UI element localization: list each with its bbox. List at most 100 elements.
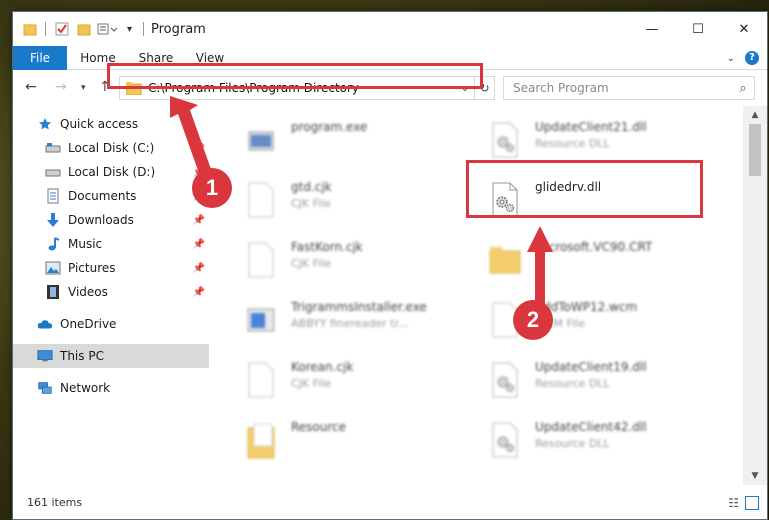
properties-check-icon[interactable] xyxy=(55,21,69,37)
file-item[interactable]: TrigrammsInstaller.exe ABBYY finereader t… xyxy=(239,296,479,352)
file-icon xyxy=(239,176,283,224)
address-path[interactable]: C:\Program Files\Program Directory xyxy=(148,81,456,95)
file-type: Resource DLL xyxy=(535,437,610,450)
sidebar-item-label: Network xyxy=(60,381,111,395)
scroll-thumb[interactable] xyxy=(749,124,761,176)
folder-icon xyxy=(239,416,283,464)
file-name: Resource xyxy=(291,420,347,434)
sidebar-item-label: Quick access xyxy=(60,117,139,131)
sidebar-item-quick-access[interactable]: Quick access xyxy=(13,112,209,136)
file-type: Resource DLL xyxy=(535,137,610,150)
exe-icon xyxy=(239,116,283,164)
sidebar-item-this-pc[interactable]: This PC xyxy=(13,344,209,368)
search-box[interactable]: ⌕ xyxy=(503,76,755,100)
file-name: FastKorn.cjk xyxy=(291,240,363,254)
pin-icon[interactable]: 📌 xyxy=(193,215,205,226)
tab-home[interactable]: Home xyxy=(73,46,123,70)
explorer-window: ▾ Program — ☐ ✕ File Home Share View ⌄ ?… xyxy=(12,11,768,520)
file-name: Microsoft.VC90.CRT xyxy=(535,240,653,254)
expand-ribbon-icon[interactable]: ⌄ xyxy=(727,53,735,64)
file-item[interactable]: gtd.cjk CJK File xyxy=(239,176,479,232)
folder-icon xyxy=(125,82,142,96)
download-icon xyxy=(45,212,61,228)
sidebar-item-documents[interactable]: Documents 📌 xyxy=(13,184,209,208)
forward-arrow-icon[interactable]: → xyxy=(55,79,67,95)
address-bar[interactable]: C:\Program Files\Program Directory ⌄ ↻ xyxy=(119,76,495,100)
large-icons-view-icon[interactable] xyxy=(745,496,759,510)
scroll-down-icon[interactable]: ▼ xyxy=(743,471,767,481)
ribbon-right-controls: ⌄ ? xyxy=(727,46,767,70)
maximize-button[interactable]: ☐ xyxy=(675,12,721,46)
file-name: program.exe xyxy=(291,120,368,134)
file-item[interactable]: Korean.cjk CJK File xyxy=(239,356,479,412)
sidebar-item-label: Downloads xyxy=(68,213,134,227)
new-folder-icon[interactable] xyxy=(77,21,91,37)
sidebar-item-music[interactable]: Music 📌 xyxy=(13,232,209,256)
file-item[interactable]: UpdateClient19.dll Resource DLL xyxy=(483,356,723,412)
toolbar-separator xyxy=(45,22,46,36)
tab-view[interactable]: View xyxy=(187,46,233,70)
pin-icon[interactable]: 📌 xyxy=(193,263,205,274)
sidebar-item-local-disk-d[interactable]: Local Disk (D:) 📌 xyxy=(13,160,209,184)
tab-share[interactable]: Share xyxy=(131,46,181,70)
item-count: 161 items xyxy=(27,496,83,509)
sidebar-item-videos[interactable]: Videos 📌 xyxy=(13,280,209,304)
dll-icon xyxy=(483,416,527,464)
documents-icon xyxy=(45,188,61,204)
file-name: TrigrammsInstaller.exe xyxy=(291,300,427,314)
minimize-button[interactable]: — xyxy=(629,12,675,46)
sidebar-item-label: Local Disk (D:) xyxy=(68,165,156,179)
file-item[interactable]: FastKorn.cjk CJK File xyxy=(239,236,479,292)
star-icon xyxy=(37,116,53,132)
pin-icon[interactable]: 📌 xyxy=(193,287,205,298)
sidebar-item-onedrive[interactable]: OneDrive xyxy=(13,312,209,336)
dll-icon xyxy=(483,116,527,164)
sidebar-item-network[interactable]: Network xyxy=(13,376,209,400)
search-input[interactable] xyxy=(513,78,732,98)
ribbon-tabs: File Home Share View ⌄ ? xyxy=(13,46,767,70)
folder-icon xyxy=(483,236,527,284)
customize-toolbar-icon[interactable] xyxy=(97,21,121,37)
recent-locations-icon[interactable]: ▾ xyxy=(81,83,86,93)
file-highlight xyxy=(466,160,703,218)
file-item[interactable]: Resource xyxy=(239,416,479,472)
sidebar-item-label: Documents xyxy=(68,189,137,203)
details-view-icon[interactable]: ☷ xyxy=(728,496,739,510)
vertical-scrollbar[interactable]: ▲ ▼ xyxy=(743,106,767,485)
folder-icon[interactable] xyxy=(23,21,37,37)
videos-icon xyxy=(45,284,61,300)
step-1-badge: 1 xyxy=(192,168,232,208)
close-button[interactable]: ✕ xyxy=(721,12,767,46)
up-arrow-icon[interactable]: ↑ xyxy=(99,79,111,95)
help-icon[interactable]: ? xyxy=(745,51,759,65)
sidebar-item-downloads[interactable]: Downloads 📌 xyxy=(13,208,209,232)
sidebar-item-local-disk-c[interactable]: Local Disk (C:) 📌 xyxy=(13,136,209,160)
pin-icon[interactable]: 📌 xyxy=(193,143,205,154)
pin-icon[interactable]: 📌 xyxy=(193,239,205,250)
file-name: Korean.cjk xyxy=(291,360,354,374)
tab-file[interactable]: File xyxy=(13,46,67,70)
dll-icon xyxy=(483,356,527,404)
file-item[interactable]: program.exe xyxy=(239,116,479,172)
file-type: CJK File xyxy=(291,197,332,210)
step-2-badge: 2 xyxy=(513,300,553,340)
sidebar-item-pictures[interactable]: Pictures 📌 xyxy=(13,256,209,280)
sidebar-item-label: OneDrive xyxy=(60,317,117,331)
file-item[interactable]: Microsoft.VC90.CRT xyxy=(483,236,723,292)
music-icon xyxy=(45,236,61,252)
computer-icon xyxy=(37,348,53,364)
refresh-icon[interactable]: ↻ xyxy=(474,77,494,99)
drive-icon xyxy=(45,164,61,180)
file-name: UpdateClient19.dll xyxy=(535,360,647,374)
file-type: Resource DLL xyxy=(535,377,610,390)
file-item[interactable]: UpdateClient42.dll Resource DLL xyxy=(483,416,723,472)
file-type: ABBYY finereader tr... xyxy=(291,317,409,330)
quick-access-dropdown-icon[interactable]: ▾ xyxy=(127,21,132,37)
sidebar-item-label: Videos xyxy=(68,285,108,299)
chevron-down-icon[interactable]: ⌄ xyxy=(456,83,474,94)
scroll-up-icon[interactable]: ▲ xyxy=(743,110,767,120)
sidebar-item-label: This PC xyxy=(60,349,104,363)
back-arrow-icon[interactable]: ← xyxy=(25,79,37,95)
navigation-bar: ← → ▾ ↑ C:\Program Files\Program Directo… xyxy=(13,70,767,106)
search-icon[interactable]: ⌕ xyxy=(732,81,754,96)
